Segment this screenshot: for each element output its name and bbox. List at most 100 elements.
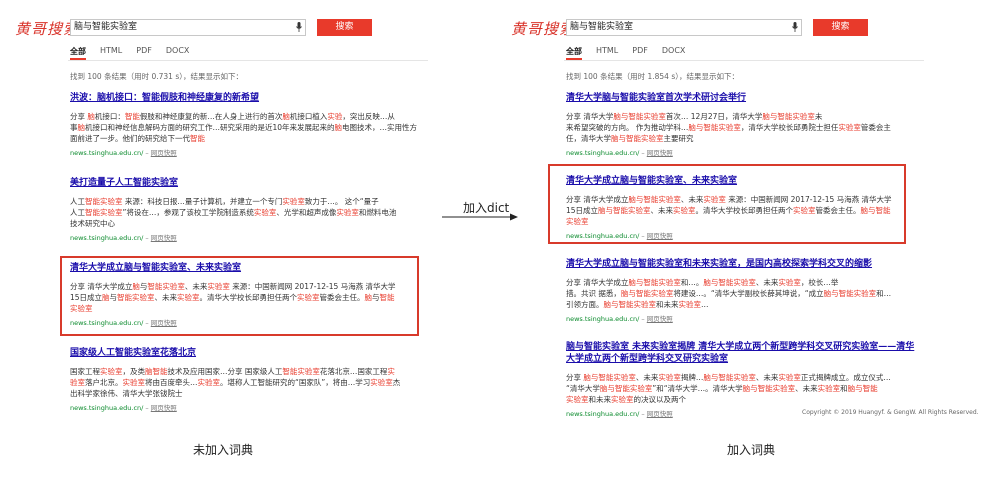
snippet-text: 、未来 (755, 373, 779, 382)
result-snippet: 国家工程实验室，及类脑智能技术及应用国家…分享 国家级人工智能实验室花落北京…国… (70, 366, 425, 399)
result-url-row: news.tsinghua.edu.cn/ – 网页快照 (70, 232, 425, 242)
tab-html[interactable]: HTML (596, 46, 618, 60)
snippet-line: 实验室和未来实验室的决议以及两个 (566, 394, 921, 405)
snippet-line: 技术研究中心 (70, 218, 425, 229)
snippet-text: 机接口： (94, 112, 125, 121)
result-title-link[interactable]: 洪波：脑机接口：智能假肢和神经康复的新希望 (70, 92, 425, 104)
result-url[interactable]: news.tsinghua.edu.cn/ (566, 315, 639, 323)
snippet-text: 任，清华大学 (566, 134, 611, 143)
snippet-line: 事脑机接口和神经信息解码方面的研究工作…研究采用的是近10年来发展起来的脑电图技… (70, 122, 425, 133)
search-input[interactable]: 脑与智能实验室 (566, 19, 802, 36)
snippet-text: ，清华大学校长邱勇院士担任 (740, 123, 839, 132)
highlighted-term: 智能 (190, 134, 205, 143)
snippet-text: 。堪称人工智能研究的“国家队”，将由…学习 (220, 378, 371, 387)
result-snippet: 分享 脑机接口：智能假肢和神经康复的新…在人身上进行的首次脑机接口植入实验，突出… (70, 111, 425, 144)
result-item: 清华大学脑与智能实验室首次学术研讨会举行 分享 清华大学脑与智能实验室首次… 12… (566, 92, 921, 157)
highlighted-term: 实验室 (838, 123, 861, 132)
highlight-box-right (548, 164, 906, 244)
cache-link[interactable]: 网页快照 (647, 149, 673, 157)
filter-tabs: 全部 HTML PDF DOCX (566, 46, 685, 60)
highlighted-term: 脑智能 (145, 367, 168, 376)
result-snippet: 分享 清华大学脑与智能实验室首次… 12月27日，清华大学脑与智能实验室未 来希望… (566, 111, 921, 144)
snippet-line: 分享 脑与智能实验室、未来实验室揭牌…脑与智能实验室、未来实验室正式揭牌成立。成… (566, 372, 921, 383)
microphone-icon[interactable] (296, 22, 302, 32)
cache-link[interactable]: 网页快照 (647, 315, 673, 323)
snippet-text: 面前进了一步。他们的研究给下一代 (70, 134, 190, 143)
result-snippet: 分享 脑与智能实验室、未来实验室揭牌…脑与智能实验室、未来实验室正式揭牌成立。成… (566, 372, 921, 405)
highlighted-term: 实验室 (817, 384, 841, 393)
snippet-line: 人工智能实验室”将设在…，参观了该校工学院制造系统实验室、光学和超声成像实验室和… (70, 207, 425, 218)
snippet-text: 出科学家徐伟、清华大学张钹院士 (70, 389, 183, 398)
result-stats: 找到 100 条结果（用时 0.731 s），结果显示如下： (70, 72, 243, 81)
result-title-link[interactable]: 美打造量子人工智能实验室 (70, 177, 425, 189)
highlighted-term: 脑与智能实验室 (583, 373, 636, 382)
result-item: 洪波：脑机接口：智能假肢和神经康复的新希望 分享 脑机接口：智能假肢和神经康复的新… (70, 92, 425, 157)
highlighted-term: 脑 (282, 112, 290, 121)
result-url[interactable]: news.tsinghua.edu.cn/ (566, 149, 639, 157)
snippet-text: 正式揭牌成立。成立仪式… (800, 373, 891, 382)
snippet-text: 分享 (70, 112, 88, 121)
snippet-text: 措。共识 据悉， (566, 289, 621, 298)
search-button[interactable]: 搜索 (317, 19, 372, 36)
arrow-label: 加入dict (463, 201, 510, 215)
snippet-line: 出科学家徐伟、清华大学张钹院士 (70, 388, 425, 399)
snippet-text: 将由百度牵头… (145, 378, 198, 387)
snippet-text: “清华大学 (566, 384, 600, 393)
result-title-link[interactable]: 脑与智能实验室 未来实验室揭牌 清华大学成立两个新型跨学科交叉研究实验室——清华… (566, 341, 921, 365)
tab-pdf[interactable]: PDF (632, 46, 648, 60)
tab-all[interactable]: 全部 (566, 46, 582, 60)
result-url[interactable]: news.tsinghua.edu.cn/ (70, 404, 143, 412)
snippet-line: 措。共识 据悉，脑与智能实验室将建设…。“清华大学副校长薛其坤说，“成立脑与智能… (566, 288, 921, 299)
microphone-icon[interactable] (792, 22, 798, 32)
highlighted-term: 实验室 (100, 367, 123, 376)
tab-pdf[interactable]: PDF (136, 46, 152, 60)
highlighted-term: 脑与智能实验室 (742, 384, 796, 393)
snippet-line: “清华大学脑与智能实验室”和“清华大学…。清华大学脑与智能实验室、未来实验室和脑… (566, 383, 921, 394)
snippet-text: 机接口植入 (289, 112, 328, 121)
snippet-line: 分享 清华大学脑与智能实验室首次… 12月27日，清华大学脑与智能实验室未 (566, 111, 921, 122)
result-item: 国家级人工智能实验室花落北京国家工程实验室，及类脑智能技术及应用国家…分享 国家… (70, 347, 425, 412)
snippet-line: 分享 清华大学成立脑与智能实验室和…。脑与智能实验室、未来实验室，校长…举 (566, 277, 921, 288)
tab-html[interactable]: HTML (100, 46, 122, 60)
search-query: 脑与智能实验室 (74, 22, 138, 32)
snippet-text: 分享 清华大学 (566, 112, 614, 121)
highlighted-term: 脑与智能实验室 (628, 278, 681, 287)
snippet-text: 分享 (566, 373, 584, 382)
search-input[interactable]: 脑与智能实验室 (70, 19, 306, 36)
highlighted-term: 脑与智能实验室 (613, 112, 666, 121)
result-title-link[interactable]: 清华大学脑与智能实验室首次学术研讨会举行 (566, 92, 921, 104)
result-title-link[interactable]: 清华大学成立脑与智能实验室和未来实验室，是国内高校探索学科交叉的缩影 (566, 258, 921, 270)
highlighted-term: 实验室 (100, 197, 123, 206)
snippet-text: 引领方面。 (566, 300, 604, 309)
snippet-line: 引领方面。脑与智能实验室和未来实验室… (566, 299, 921, 310)
cache-link[interactable]: 网页快照 (151, 234, 177, 242)
highlighted-term: 实验室 (197, 378, 221, 387)
tab-all[interactable]: 全部 (70, 46, 86, 60)
result-url[interactable]: news.tsinghua.edu.cn/ (566, 410, 639, 418)
snippet-text: 、未来 (755, 278, 779, 287)
search-button[interactable]: 搜索 (813, 19, 868, 36)
result-url-row: news.tsinghua.edu.cn/ – 网页快照 (70, 147, 425, 157)
snippet-text: 杰 (392, 378, 401, 387)
snippet-text: 的决议以及两个 (633, 395, 687, 404)
cache-link[interactable]: 网页快照 (151, 404, 177, 412)
cache-link[interactable]: 网页快照 (647, 410, 673, 418)
result-url[interactable]: news.tsinghua.edu.cn/ (70, 149, 143, 157)
result-title-link[interactable]: 国家级人工智能实验室花落北京 (70, 347, 425, 359)
highlighted-term: 脑 (334, 123, 343, 132)
highlighted-term: 实验室 (658, 373, 681, 382)
highlighted-term: 脑与智能实验室 (703, 278, 756, 287)
snippet-text: 和… (876, 289, 892, 298)
snippet-text: 和 (840, 384, 848, 393)
result-url-row: news.tsinghua.edu.cn/ – 网页快照 (566, 147, 921, 157)
result-url[interactable]: news.tsinghua.edu.cn/ (70, 234, 143, 242)
tab-docx[interactable]: DOCX (166, 46, 190, 60)
snippet-text: ”将设在…，参观了该校工学院制造系统 (122, 208, 254, 217)
tab-divider (68, 60, 428, 61)
snippet-text: 假肢和神经康复的新…在人身上进行的首次 (139, 112, 283, 121)
cache-link[interactable]: 网页快照 (151, 149, 177, 157)
snippet-text: ”和“清华大学…。清华大学 (652, 384, 743, 393)
tab-docx[interactable]: DOCX (662, 46, 686, 60)
highlighted-term: 实验室 (253, 208, 277, 217)
highlighted-term: 脑 (87, 112, 95, 121)
